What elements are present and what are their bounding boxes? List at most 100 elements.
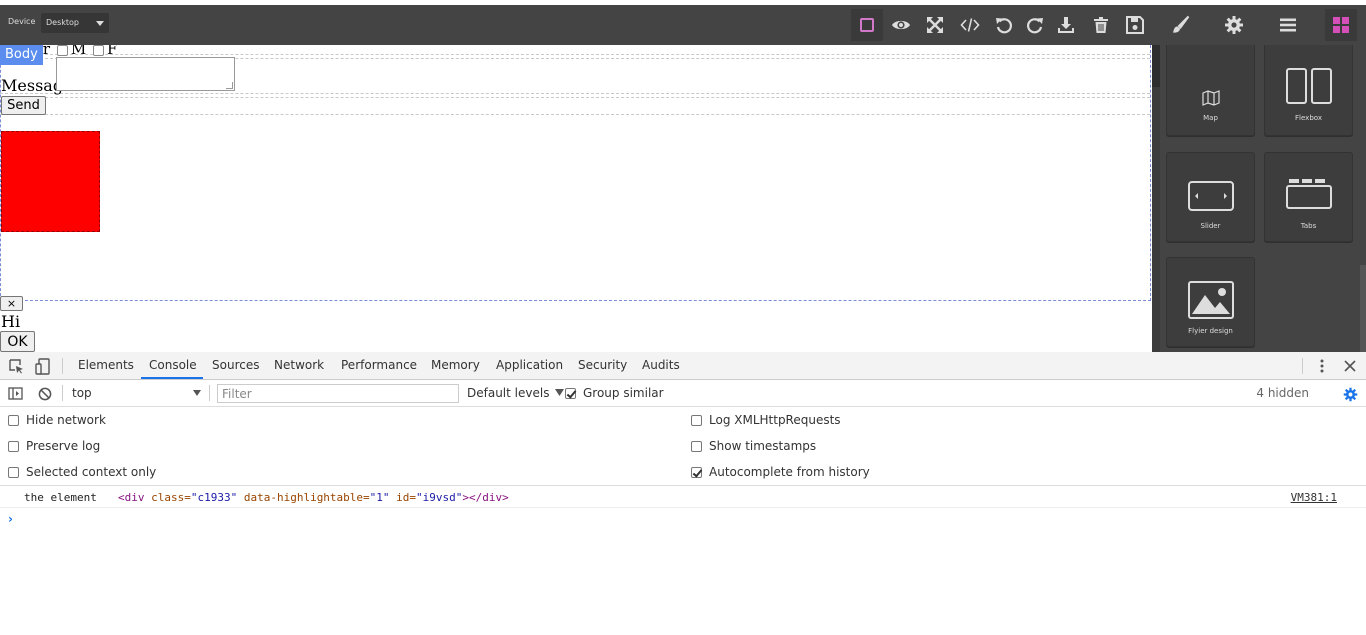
console-prompt[interactable]: › — [8, 512, 13, 526]
preview-button[interactable] — [885, 9, 917, 41]
toolbar-divider — [209, 385, 210, 401]
message-source-link[interactable]: VM381:1 — [1291, 491, 1337, 504]
tab-console[interactable]: Console — [149, 358, 197, 372]
gear-icon — [1343, 387, 1357, 401]
flexbox-icon — [1285, 68, 1332, 104]
console-toolbar: top Filter Default levels Group similar … — [0, 380, 1366, 407]
selected-component-badge[interactable]: Body — [0, 45, 43, 65]
device-select[interactable]: Desktop — [41, 13, 109, 33]
code-button[interactable] — [954, 9, 986, 41]
show-sidebar-button[interactable] — [8, 386, 23, 401]
fullscreen-button[interactable] — [919, 9, 951, 41]
autocomplete-history-label: Autocomplete from history — [709, 465, 870, 479]
inspect-element-button[interactable] — [8, 358, 24, 374]
block-label: Map — [1203, 114, 1218, 122]
layer-manager-button[interactable] — [1272, 9, 1304, 41]
hide-network-checkbox[interactable] — [8, 415, 19, 426]
attr-value: "1" — [369, 491, 390, 504]
caret-down-icon — [555, 389, 565, 396]
message-textarea[interactable] — [56, 57, 235, 91]
message-node[interactable]: <div class="c1933" data-highlightable="1… — [118, 491, 509, 504]
preserve-log-checkbox[interactable] — [8, 441, 19, 452]
tag-close: ></div> — [462, 491, 509, 504]
ok-button[interactable]: OK — [0, 331, 35, 352]
attr-value: "c1933" — [190, 491, 238, 504]
blocks-button[interactable] — [1325, 9, 1357, 41]
tag-open: <div — [118, 491, 145, 504]
tab-security[interactable]: Security — [578, 358, 627, 372]
undo-icon — [996, 18, 1012, 34]
group-similar-label: Group similar — [583, 386, 664, 400]
borders-toggle-button[interactable] — [851, 9, 883, 41]
save-button[interactable] — [1119, 9, 1151, 41]
red-box-component[interactable] — [1, 131, 100, 232]
context-select-value: top — [72, 386, 92, 400]
clear-canvas-button[interactable] — [1085, 9, 1117, 41]
tab-application[interactable]: Application — [496, 358, 563, 372]
tab-audits[interactable]: Audits — [642, 358, 680, 372]
hide-network-label: Hide network — [26, 413, 106, 427]
block-icon — [38, 387, 51, 400]
tab-memory[interactable]: Memory — [431, 358, 480, 372]
block-map[interactable]: Map — [1166, 45, 1255, 136]
caret-down-icon — [96, 21, 104, 26]
hi-text: Hi — [1, 312, 21, 331]
context-select[interactable]: top — [72, 386, 204, 400]
gender-female-checkbox[interactable] — [92, 45, 104, 56]
attr-name: data-highlightable= — [237, 491, 370, 504]
download-icon — [1058, 17, 1074, 33]
devtools-panel: Elements Console Sources Network Perform… — [0, 352, 1366, 635]
toolbar-divider — [62, 385, 63, 401]
panel-scrollbar-thumb[interactable] — [1152, 45, 1160, 87]
block-flyier-design[interactable]: Flyier design — [1166, 257, 1255, 347]
component-outline — [0, 97, 1150, 98]
selected-context-checkbox[interactable] — [8, 467, 19, 478]
sidebar-toggle-icon — [8, 387, 23, 400]
export-button[interactable] — [1050, 9, 1082, 41]
editor-canvas[interactable]: er M F Body Message Send × Hi OK — [0, 45, 1152, 352]
block-flexbox[interactable]: Flexbox — [1264, 45, 1353, 136]
attr-name: id= — [389, 491, 417, 504]
redo-icon — [1027, 18, 1043, 34]
redo-button[interactable] — [1019, 9, 1051, 41]
panel-scrollbar[interactable] — [1152, 45, 1160, 352]
undo-button[interactable] — [988, 9, 1020, 41]
panel-right-scrollbar[interactable] — [1360, 265, 1366, 352]
code-icon — [960, 18, 980, 32]
device-toolbar-button[interactable] — [34, 357, 50, 375]
toolbar-divider — [62, 358, 63, 374]
settings-button[interactable] — [1218, 9, 1250, 41]
devtools-menu-button[interactable] — [1314, 358, 1330, 374]
component-outline — [0, 114, 1150, 115]
tab-network[interactable]: Network — [274, 358, 324, 372]
editor-toolbar: Device Desktop — [0, 5, 1366, 45]
style-manager-button[interactable] — [1164, 9, 1196, 41]
fullscreen-icon — [927, 17, 943, 33]
console-settings-button[interactable] — [1342, 386, 1358, 402]
filter-input[interactable]: Filter — [217, 384, 459, 403]
message-text: the element — [24, 491, 97, 504]
close-devtools-button[interactable] — [1342, 358, 1358, 374]
hidden-messages-count: 4 hidden — [1256, 386, 1309, 400]
tab-elements[interactable]: Elements — [78, 358, 134, 372]
modal-close-button[interactable]: × — [0, 296, 23, 311]
blocks-grid-icon — [1333, 17, 1349, 33]
blocks-panel: Map Flexbox Slider Tabs Flyier design — [1152, 45, 1366, 352]
active-tab-indicator — [141, 377, 203, 379]
clear-console-button[interactable] — [37, 386, 52, 401]
device-label: Device — [8, 17, 36, 26]
log-levels-value: Default levels — [467, 386, 550, 400]
block-slider[interactable]: Slider — [1166, 152, 1255, 242]
show-timestamps-checkbox[interactable] — [691, 441, 702, 452]
autocomplete-history-checkbox[interactable] — [691, 467, 702, 478]
device-mode-icon — [34, 357, 50, 375]
log-xhr-checkbox[interactable] — [691, 415, 702, 426]
block-tabs[interactable]: Tabs — [1264, 152, 1353, 242]
group-similar-checkbox[interactable] — [565, 388, 576, 399]
tab-performance[interactable]: Performance — [341, 358, 417, 372]
tab-sources[interactable]: Sources — [212, 358, 259, 372]
device-select-value: Desktop — [46, 18, 79, 27]
log-levels-select[interactable]: Default levels — [467, 386, 565, 400]
gender-male-checkbox[interactable] — [56, 45, 68, 56]
send-button[interactable]: Send — [1, 96, 46, 115]
